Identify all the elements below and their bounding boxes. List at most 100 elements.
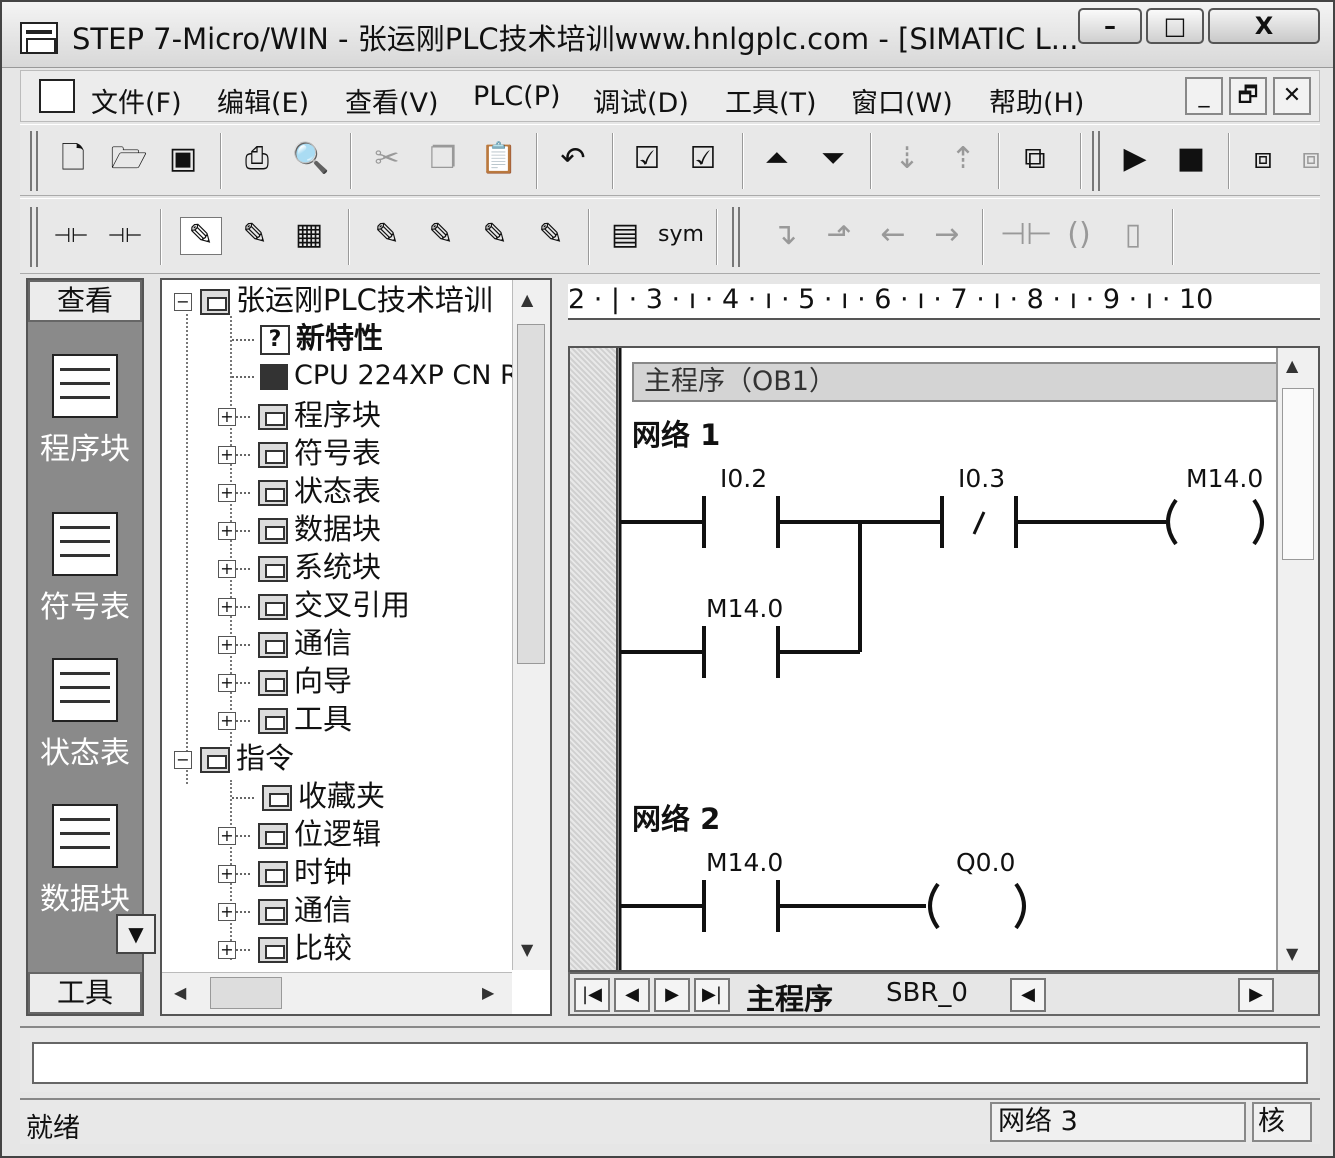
expand-icon[interactable]: +	[218, 827, 236, 845]
run-icon[interactable]: ▶	[1114, 141, 1156, 177]
menu-edit[interactable]: 编辑(E)	[217, 81, 309, 120]
mdi-restore-button[interactable]: 🗗	[1229, 77, 1267, 115]
expand-icon[interactable]: +	[218, 522, 236, 540]
expand-icon[interactable]: +	[218, 408, 236, 426]
bookmark-next-icon[interactable]: ✎	[420, 217, 462, 253]
tree-node-new-features[interactable]: ? 新特性	[232, 320, 383, 356]
toolbar-grip[interactable]	[1092, 131, 1100, 191]
tree-node-communication[interactable]: + 通信	[218, 625, 352, 661]
tab-scroll-right-icon[interactable]: ▶	[1238, 978, 1274, 1012]
down-line-icon[interactable]: ↴	[764, 217, 806, 253]
insert-network-icon[interactable]: ⊣⊢	[50, 217, 92, 253]
scroll-left-icon[interactable]: ◀	[174, 983, 186, 1002]
tree-node-tools[interactable]: + 工具	[218, 701, 352, 737]
tree-node-instructions[interactable]: − 指令	[174, 740, 294, 776]
editor-vertical-scrollbar[interactable]: ▲ ▼	[1276, 348, 1318, 970]
tree-node-cpu[interactable]: CPU 224XP CN R	[232, 358, 519, 394]
symbol-info-table-icon[interactable]: ▦	[288, 217, 330, 253]
tab-scroll-left-icon[interactable]: ◀	[1010, 978, 1046, 1012]
new-file-icon[interactable]: 🗋	[52, 141, 94, 177]
menu-view[interactable]: 查看(V)	[345, 81, 439, 120]
tree-horizontal-scrollbar[interactable]: ◀ ▶	[162, 972, 512, 1014]
tree-vertical-scrollbar[interactable]: ▲ ▼	[512, 280, 550, 970]
scroll-thumb[interactable]	[517, 324, 545, 664]
collapse-icon[interactable]: −	[174, 751, 192, 769]
bookmark-clear-icon[interactable]: ✎	[530, 217, 572, 253]
output-field[interactable]	[32, 1042, 1308, 1084]
stop-icon[interactable]: ■	[1170, 141, 1212, 177]
toolbar-grip[interactable]	[30, 131, 38, 191]
print-preview-icon[interactable]: 🔍	[290, 141, 332, 177]
bookmark-prev-icon[interactable]: ✎	[474, 217, 516, 253]
save-all-icon[interactable]: ▣	[162, 141, 204, 177]
nav-header[interactable]: 查看	[28, 280, 142, 322]
tree-node-clock[interactable]: + 时钟	[218, 854, 352, 890]
toggle-poU-comments-icon[interactable]: ✎	[180, 217, 222, 255]
coil-icon[interactable]: ()	[1058, 217, 1100, 253]
tree-node-status-chart[interactable]: + 状态表	[218, 473, 381, 509]
expand-icon[interactable]: +	[218, 484, 236, 502]
mdi-close-button[interactable]: ✕	[1273, 77, 1311, 115]
nav-item-program-block[interactable]: 程序块	[28, 354, 142, 468]
program-status-icon[interactable]: ⧈	[1242, 141, 1284, 177]
print-icon[interactable]: ⎙	[236, 141, 278, 177]
undo-icon[interactable]: ↶	[552, 141, 594, 177]
compile-all-icon[interactable]: ☑	[682, 141, 724, 177]
contact-icon[interactable]: ⊣⊢	[1000, 217, 1052, 253]
nav-item-data-block[interactable]: 数据块	[28, 804, 142, 918]
box-icon[interactable]: ▯	[1112, 217, 1154, 253]
tree-node-system-block[interactable]: + 系统块	[218, 549, 381, 585]
maximize-button[interactable]: □	[1146, 8, 1204, 44]
menu-file[interactable]: 文件(F)	[91, 81, 182, 120]
tree-node-compare[interactable]: + 比较	[218, 930, 352, 966]
expand-icon[interactable]: +	[218, 941, 236, 959]
tree-node-communication-instr[interactable]: + 通信	[218, 892, 352, 928]
apply-symbols-icon[interactable]: ▤	[604, 217, 646, 253]
mdi-minimize-button[interactable]: _	[1185, 77, 1223, 115]
options-icon[interactable]: ⧉	[1014, 141, 1056, 177]
tree-node-symbol-table[interactable]: + 符号表	[218, 435, 381, 471]
sort-ascending-icon[interactable]: ⇣	[886, 141, 928, 177]
toolbar-grip[interactable]	[30, 207, 38, 267]
expand-icon[interactable]: +	[218, 865, 236, 883]
prev-tab-icon[interactable]: ◀	[614, 978, 650, 1012]
tree-node-bit-logic[interactable]: + 位逻辑	[218, 816, 381, 852]
symbol-addressing-button[interactable]: sym	[658, 217, 704, 253]
minimize-button[interactable]: –	[1078, 8, 1142, 44]
expand-icon[interactable]: +	[218, 674, 236, 692]
menu-help[interactable]: 帮助(H)	[989, 81, 1084, 120]
open-folder-icon[interactable]: 🗁	[108, 141, 150, 177]
tree-node-project[interactable]: − 张运刚PLC技术培训	[174, 282, 493, 318]
compile-icon[interactable]: ☑	[626, 141, 668, 177]
coil-m14-0[interactable]	[1166, 498, 1178, 546]
nav-item-status-chart[interactable]: 状态表	[28, 658, 142, 772]
document-icon[interactable]	[39, 79, 75, 113]
tab-sbr-0[interactable]: SBR_0	[886, 978, 968, 1008]
expand-icon[interactable]: +	[218, 636, 236, 654]
scroll-right-icon[interactable]: ▶	[482, 983, 494, 1002]
close-button[interactable]: X	[1208, 8, 1320, 44]
sort-descending-icon[interactable]: ⇡	[942, 141, 984, 177]
upload-icon[interactable]: ⏶	[756, 141, 798, 177]
download-icon[interactable]: ⏷	[812, 141, 854, 177]
coil-q0-0[interactable]	[928, 882, 940, 930]
toggle-network-comments-icon[interactable]: ✎	[234, 217, 276, 253]
scroll-down-icon[interactable]: ▼	[521, 940, 533, 959]
left-line-icon[interactable]: ←	[872, 217, 914, 253]
up-line-icon[interactable]: ⬏	[818, 217, 860, 253]
scroll-thumb[interactable]	[1282, 388, 1314, 560]
nav-footer[interactable]: 工具	[28, 972, 142, 1014]
tree-node-cross-reference[interactable]: + 交叉引用	[218, 587, 410, 623]
expand-icon[interactable]: +	[218, 598, 236, 616]
scroll-up-icon[interactable]: ▲	[1286, 356, 1298, 375]
tree-node-favorites[interactable]: 收藏夹	[232, 778, 385, 814]
tab-main-program[interactable]: 主程序	[746, 976, 833, 1018]
tree-node-program-block[interactable]: + 程序块	[218, 397, 381, 433]
scroll-up-icon[interactable]: ▲	[521, 290, 533, 309]
nav-scroll-down-icon[interactable]: ▼	[116, 914, 156, 954]
bookmark-toggle-icon[interactable]: ✎	[366, 217, 408, 253]
last-tab-icon[interactable]: ▶|	[694, 978, 730, 1012]
tree-node-wizard[interactable]: + 向导	[218, 663, 352, 699]
paste-icon[interactable]: 📋	[478, 141, 520, 177]
tree-node-data-block[interactable]: + 数据块	[218, 511, 381, 547]
